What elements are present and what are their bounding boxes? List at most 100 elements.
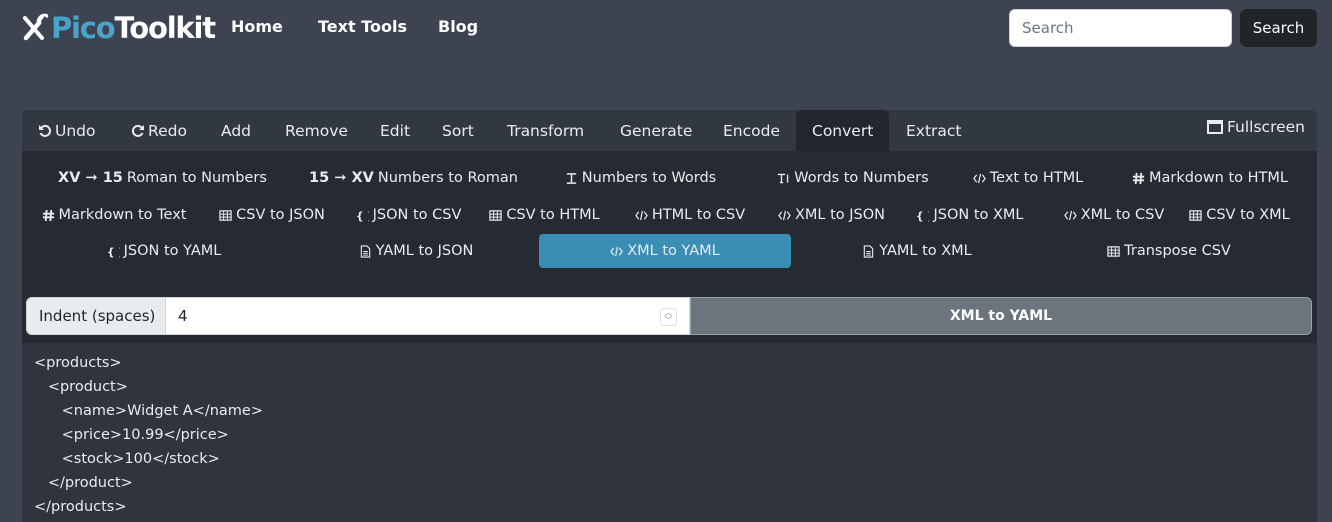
roman-arrow-icon: 15 ➞ XV bbox=[309, 170, 374, 186]
tool-words-to-numbers[interactable]: Words to Numbers bbox=[744, 161, 962, 195]
tool-csv-to-html[interactable]: CSV to HTML bbox=[484, 198, 605, 232]
tool-transpose-csv[interactable]: Transpose CSV bbox=[1043, 234, 1295, 268]
tool-json-to-csv[interactable]: { }JSON to CSV bbox=[346, 198, 471, 232]
tool-label: Transpose CSV bbox=[1124, 243, 1231, 259]
hash-icon bbox=[42, 209, 55, 222]
tool-label: JSON to XML bbox=[933, 207, 1024, 223]
tool-card: Undo Redo Add Remove Edit Sort Transform… bbox=[22, 110, 1317, 522]
tool-numbers-to-roman[interactable]: 15 ➞ XV Numbers to Roman bbox=[295, 161, 532, 195]
text-cursor-icon bbox=[777, 172, 790, 185]
tool-label: XML to JSON bbox=[794, 207, 886, 223]
nav-link-home[interactable]: Home bbox=[231, 17, 283, 36]
svg-text:{ }: { } bbox=[916, 210, 929, 221]
tool-label: Words to Numbers bbox=[794, 170, 929, 186]
tool-label: JSON to YAML bbox=[123, 243, 222, 259]
tab-transform[interactable]: Transform bbox=[491, 110, 600, 151]
tab-bar: Undo Redo Add Remove Edit Sort Transform… bbox=[22, 110, 1317, 151]
code-icon bbox=[610, 245, 624, 258]
fullscreen-button[interactable]: Fullscreen bbox=[1206, 118, 1305, 136]
logo-text-toolkit: Toolkit bbox=[114, 11, 217, 45]
hash-icon bbox=[1132, 172, 1145, 185]
tool-markdown-to-html[interactable]: Markdown to HTML bbox=[1110, 161, 1310, 195]
tool-label: XML to CSV bbox=[1080, 207, 1165, 223]
chevron-down-icon: ﹀ bbox=[664, 316, 673, 325]
tool-label: JSON to CSV bbox=[372, 207, 462, 223]
code-icon bbox=[634, 209, 648, 222]
tab-extract[interactable]: Extract bbox=[890, 110, 978, 151]
undo-icon bbox=[39, 124, 52, 137]
tool-label: Roman to Numbers bbox=[126, 170, 267, 186]
options-row: Indent (spaces) 4 ︿ ﹀ XML to YAML bbox=[26, 297, 1312, 335]
tab-label: Undo bbox=[55, 121, 96, 140]
editor-content[interactable]: <products> <product> <name>Widget A</nam… bbox=[34, 351, 1305, 519]
tool-xml-to-yaml[interactable]: XML to YAML bbox=[539, 234, 791, 268]
tool-label: XML to YAML bbox=[627, 243, 720, 259]
tool-json-to-yaml[interactable]: { }JSON to YAML bbox=[38, 234, 290, 268]
tool-label: Markdown to HTML bbox=[1148, 170, 1288, 186]
redo-icon bbox=[131, 124, 144, 137]
tab-add[interactable]: Add bbox=[205, 110, 267, 151]
svg-text:{ }: { } bbox=[107, 246, 120, 257]
navbar: Pico Toolkit Home Text Tools Blog Search bbox=[0, 0, 1332, 56]
table-icon bbox=[489, 209, 502, 222]
code-icon bbox=[972, 172, 986, 185]
fullscreen-icon bbox=[1206, 120, 1223, 134]
tool-xml-to-csv[interactable]: XML to CSV bbox=[1048, 198, 1180, 232]
logo[interactable]: Pico Toolkit bbox=[22, 10, 217, 46]
tool-label: YAML to JSON bbox=[375, 243, 474, 259]
editor[interactable]: <products> <product> <name>Widget A</nam… bbox=[22, 343, 1317, 522]
tool-csv-to-json[interactable]: CSV to JSON bbox=[212, 198, 332, 232]
indent-value: 4 bbox=[178, 307, 188, 325]
tool-json-to-xml[interactable]: { } JSON to XML bbox=[905, 198, 1035, 232]
indent-input[interactable]: 4 ︿ ﹀ bbox=[166, 297, 690, 335]
tool-text-to-html[interactable]: Text to HTML bbox=[948, 161, 1108, 195]
file-icon bbox=[862, 244, 875, 258]
tool-csv-to-xml[interactable]: CSV to XML bbox=[1182, 198, 1297, 232]
file-icon bbox=[359, 244, 372, 258]
tab-label: Redo bbox=[148, 121, 187, 140]
nav-link-text-tools[interactable]: Text Tools bbox=[318, 17, 407, 36]
indent-label: Indent (spaces) bbox=[26, 297, 166, 335]
svg-text:{ }: { } bbox=[356, 210, 369, 221]
tab-convert[interactable]: Convert bbox=[796, 110, 889, 151]
tab-remove[interactable]: Remove bbox=[269, 110, 364, 151]
fullscreen-label: Fullscreen bbox=[1226, 118, 1305, 136]
tool-xml-to-json[interactable]: XML to JSON bbox=[767, 198, 896, 232]
convert-button[interactable]: XML to YAML bbox=[690, 297, 1312, 335]
tool-roman-to-numbers[interactable]: XV ➞ 15 Roman to Numbers bbox=[44, 161, 281, 195]
tab-sort[interactable]: Sort bbox=[426, 110, 490, 151]
logo-text-pico: Pico bbox=[51, 11, 116, 45]
tool-label: HTML to CSV bbox=[651, 207, 746, 223]
tool-markdown-to-text[interactable]: Markdown to Text bbox=[32, 198, 196, 232]
tools-icon bbox=[23, 13, 49, 41]
braces-icon: { } bbox=[107, 245, 120, 257]
text-icon bbox=[565, 172, 578, 185]
tool-label: Text to HTML bbox=[989, 170, 1084, 186]
tab-generate[interactable]: Generate bbox=[604, 110, 708, 151]
tool-label: Markdown to Text bbox=[58, 207, 187, 223]
tab-redo[interactable]: Redo bbox=[115, 110, 203, 151]
table-icon bbox=[1107, 245, 1120, 258]
tool-label: YAML to XML bbox=[879, 243, 972, 259]
table-icon bbox=[219, 209, 232, 222]
tool-label: Numbers to Words bbox=[581, 170, 717, 186]
tool-yaml-to-json[interactable]: YAML to JSON bbox=[290, 234, 542, 268]
indent-spinner[interactable]: ︿ ﹀ bbox=[660, 308, 677, 326]
table-icon bbox=[1189, 209, 1202, 222]
roman-arrow-icon: XV ➞ 15 bbox=[58, 170, 123, 186]
tool-numbers-to-words[interactable]: Numbers to Words bbox=[544, 161, 737, 195]
tab-encode[interactable]: Encode bbox=[707, 110, 796, 151]
tab-edit[interactable]: Edit bbox=[364, 110, 426, 151]
tool-label: CSV to JSON bbox=[236, 207, 325, 223]
tool-html-to-csv[interactable]: HTML to CSV bbox=[622, 198, 758, 232]
tool-yaml-to-xml[interactable]: YAML to XML bbox=[791, 234, 1043, 268]
tool-label: CSV to XML bbox=[1206, 207, 1290, 223]
search-button[interactable]: Search bbox=[1240, 9, 1317, 47]
code-icon bbox=[1063, 209, 1077, 222]
nav-link-blog[interactable]: Blog bbox=[438, 17, 478, 36]
tool-label: CSV to HTML bbox=[506, 207, 600, 223]
braces-icon: { } bbox=[356, 209, 369, 221]
tab-undo[interactable]: Undo bbox=[22, 110, 112, 151]
code-icon bbox=[778, 209, 791, 222]
search-input[interactable] bbox=[1009, 9, 1232, 47]
